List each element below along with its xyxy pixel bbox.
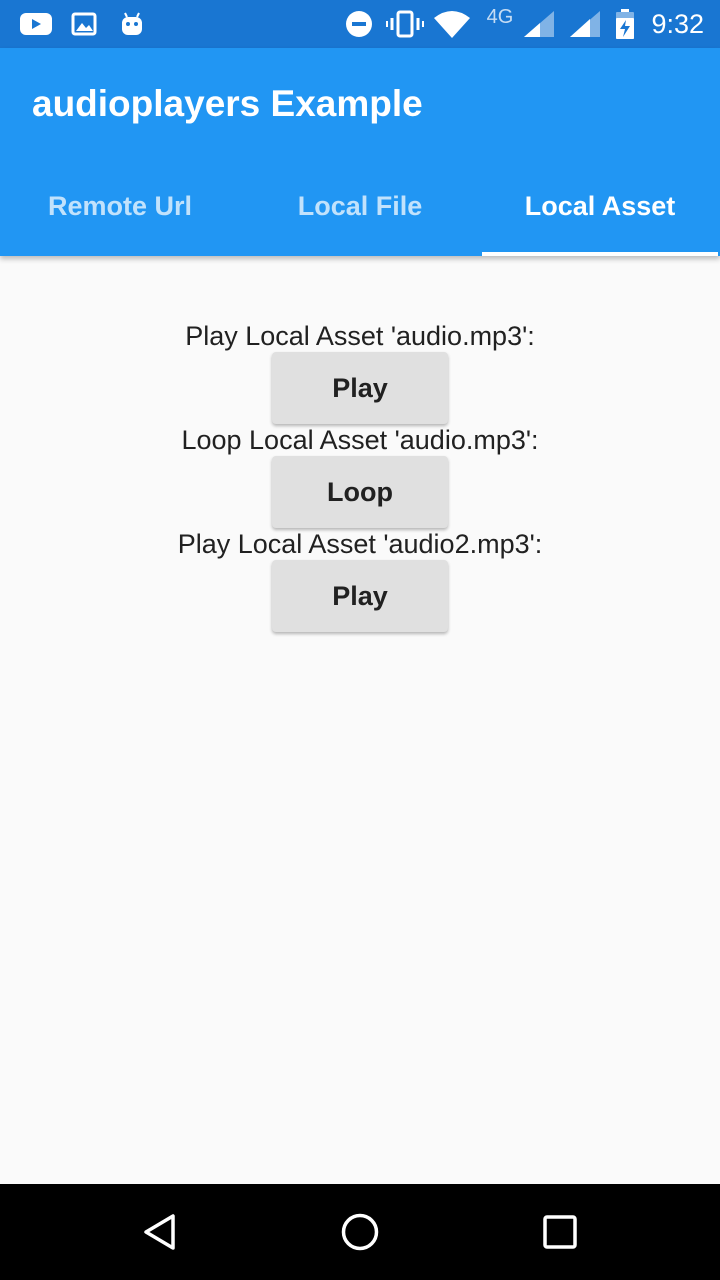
vibrate-icon [386,0,424,48]
tab-indicator [482,252,718,256]
network-type-label: 4G [486,6,514,28]
clock: 9:32 [651,9,704,39]
tab-remote-url[interactable]: Remote Url [0,160,240,256]
play-audio2-button[interactable]: Play [272,560,448,632]
gallery-icon [68,0,100,48]
loop-audio-label: Loop Local Asset 'audio.mp3': [181,425,539,455]
battery-charging-icon [612,0,638,48]
signal-icon [520,0,558,48]
wifi-icon [432,0,472,48]
home-icon[interactable] [312,1184,408,1280]
loop-audio-button[interactable]: Loop [272,456,448,528]
android-icon [116,0,148,48]
do-not-disturb-icon [342,0,376,48]
tab-bar: Remote Url Local File Local Asset [0,160,720,256]
recents-icon[interactable] [512,1184,608,1280]
tab-local-file[interactable]: Local File [240,160,480,256]
app-title: audioplayers Example [32,83,423,124]
local-asset-panel: Play Local Asset 'audio.mp3': Play Loop … [0,256,720,1184]
play-audio-button[interactable]: Play [272,352,448,424]
play-audio2-label: Play Local Asset 'audio2.mp3': [177,529,543,559]
tab-label: Local Asset [524,191,676,221]
youtube-icon [18,0,54,48]
status-bar: 4G 9:32 [0,0,720,48]
signal-icon-2 [566,0,604,48]
tab-label: Local File [297,191,423,221]
navigation-bar [0,1184,720,1280]
app-bar: audioplayers Example Remote Url Local Fi… [0,48,720,256]
tab-local-asset[interactable]: Local Asset [480,160,720,256]
tab-label: Remote Url [47,191,193,221]
play-audio-label: Play Local Asset 'audio.mp3': [185,321,535,351]
back-icon[interactable] [112,1184,208,1280]
